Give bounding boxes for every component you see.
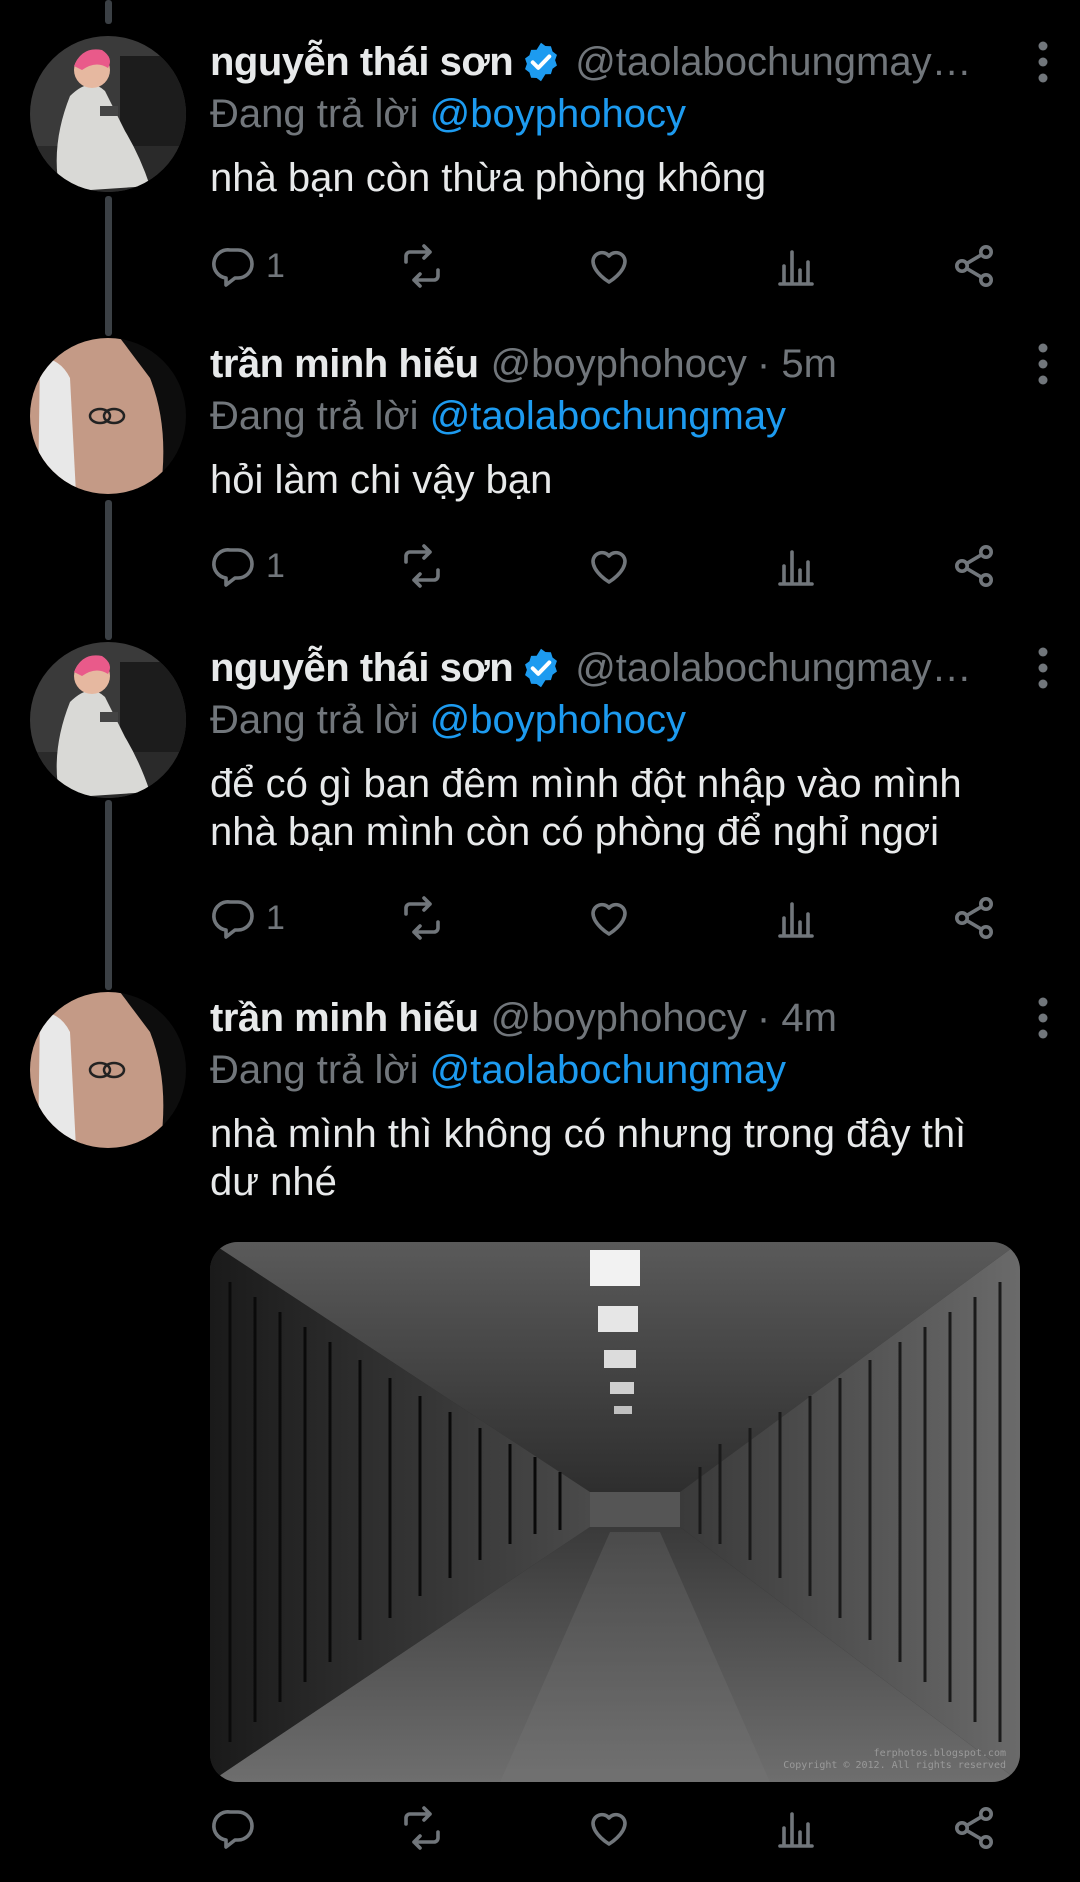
reply-count: 1 [266, 246, 285, 285]
analytics-icon [778, 1812, 814, 1848]
avatar-pink-hair-icon [30, 642, 186, 798]
replying-label: Đang trả lời [210, 92, 419, 136]
avatar-shoulder-tattoo-icon [30, 992, 186, 1148]
reply-icon [212, 248, 254, 287]
tweet[interactable]: nguyễn thái sơn @taolabochungmay… Đang t… [0, 642, 1080, 962]
analytics-icon [778, 550, 814, 586]
replying-label: Đang trả lời [210, 1048, 419, 1092]
tweet-actions: 1 [210, 536, 1020, 596]
analytics-button[interactable] [772, 536, 820, 596]
reply-count: 1 [266, 546, 285, 585]
reply-button[interactable]: 1 [210, 536, 285, 596]
reply-icon [212, 900, 254, 939]
analytics-button[interactable] [772, 236, 820, 296]
more-options-icon[interactable] [1036, 996, 1050, 1040]
more-options-icon[interactable] [1036, 40, 1050, 84]
tweet[interactable]: trần minh hiếu @boyphohocy · 5m Đang trả… [0, 338, 1080, 608]
tweet-text: nhà bạn còn thừa phòng không [210, 156, 767, 200]
share-button[interactable] [950, 236, 998, 296]
share-button[interactable] [950, 1798, 998, 1858]
replying-to-link[interactable]: @taolabochungmay [430, 1048, 786, 1092]
replying-to-link[interactable]: @boyphohocy [430, 698, 686, 742]
image-watermark: ferphotos.blogspot.com Copyright © 2012.… [783, 1748, 1006, 1772]
share-icon [955, 245, 993, 287]
user-handle[interactable]: @boyphohocy [491, 342, 747, 387]
tweet-text: nhà mình thì không có nhưng trong đây th… [210, 1112, 967, 1204]
share-icon [955, 545, 993, 587]
user-handle[interactable]: @boyphohocy [491, 996, 747, 1041]
user-handle[interactable]: @taolabochungmay… [575, 646, 971, 691]
reply-button[interactable]: 1 [210, 236, 285, 296]
watermark-line-2: Copyright © 2012. All rights reserved [783, 1760, 1006, 1771]
verified-badge-icon [525, 42, 558, 82]
replying-to: Đang trả lời @boyphohocy [210, 88, 1040, 140]
avatar[interactable] [30, 36, 186, 192]
watermark-line-1: ferphotos.blogspot.com [873, 1748, 1006, 1759]
analytics-icon [778, 250, 814, 286]
tweet-text: hỏi làm chi vậy bạn [210, 458, 553, 502]
avatar-shoulder-tattoo-icon [30, 338, 186, 494]
display-name[interactable]: nguyễn thái sơn [210, 40, 514, 85]
avatar[interactable] [30, 992, 186, 1148]
replying-label: Đang trả lời [210, 394, 419, 438]
share-icon [955, 897, 993, 939]
analytics-button[interactable] [772, 888, 820, 948]
tweet[interactable]: trần minh hiếu @boyphohocy · 4m Đang trả… [0, 992, 1080, 1882]
replying-to: Đang trả lời @taolabochungmay [210, 1044, 1040, 1096]
retweet-icon [404, 244, 440, 288]
verified-badge-icon [525, 648, 558, 688]
replying-to-link[interactable]: @taolabochungmay [430, 394, 786, 438]
more-options-icon[interactable] [1036, 646, 1050, 690]
retweet-button[interactable] [398, 536, 446, 596]
replying-label: Đang trả lời [210, 698, 419, 742]
more-options-icon[interactable] [1036, 342, 1050, 386]
like-icon [591, 250, 627, 284]
avatar[interactable] [30, 642, 186, 798]
avatar[interactable] [30, 338, 186, 494]
retweet-button[interactable] [398, 888, 446, 948]
tweet-actions: 1 [210, 888, 1020, 948]
replying-to-link[interactable]: @boyphohocy [430, 92, 686, 136]
like-button[interactable] [585, 236, 633, 296]
share-button[interactable] [950, 536, 998, 596]
like-icon [591, 550, 627, 584]
retweet-button[interactable] [398, 1798, 446, 1858]
tweet-text: để có gì ban đêm mình đột nhập vào mình … [210, 762, 962, 854]
reply-button[interactable]: 1 [210, 888, 285, 948]
retweet-icon [404, 544, 440, 588]
tweet-media-image[interactable]: ferphotos.blogspot.com Copyright © 2012.… [210, 1242, 1020, 1782]
analytics-button[interactable] [772, 1798, 820, 1858]
retweet-button[interactable] [398, 236, 446, 296]
tweet-time[interactable]: · 4m [757, 996, 837, 1041]
reply-count: 1 [266, 898, 285, 937]
avatar-pink-hair-icon [30, 36, 186, 192]
tweet-time[interactable]: · 5m [757, 342, 837, 387]
prison-corridor-photo-icon [210, 1242, 1020, 1782]
display-name[interactable]: nguyễn thái sơn [210, 646, 514, 691]
like-icon [591, 902, 627, 936]
like-button[interactable] [585, 1798, 633, 1858]
share-icon [955, 1807, 993, 1849]
tweet-actions [210, 1798, 1020, 1858]
thread-line-top [105, 0, 112, 24]
analytics-icon [778, 902, 814, 938]
tweet[interactable]: nguyễn thái sơn @taolabochungmay… Đang t… [0, 36, 1080, 306]
retweet-icon [404, 1806, 440, 1850]
display-name[interactable]: trần minh hiếu [210, 996, 479, 1041]
reply-button[interactable] [210, 1798, 266, 1858]
retweet-icon [404, 896, 440, 940]
reply-icon [212, 548, 254, 587]
display-name[interactable]: trần minh hiếu [210, 342, 479, 387]
replying-to: Đang trả lời @boyphohocy [210, 694, 1040, 746]
reply-icon [212, 1810, 254, 1849]
like-icon [591, 1812, 627, 1846]
tweet-actions: 1 [210, 236, 1020, 296]
share-button[interactable] [950, 888, 998, 948]
like-button[interactable] [585, 888, 633, 948]
user-handle[interactable]: @taolabochungmay… [575, 40, 971, 85]
replying-to: Đang trả lời @taolabochungmay [210, 390, 1040, 442]
like-button[interactable] [585, 536, 633, 596]
